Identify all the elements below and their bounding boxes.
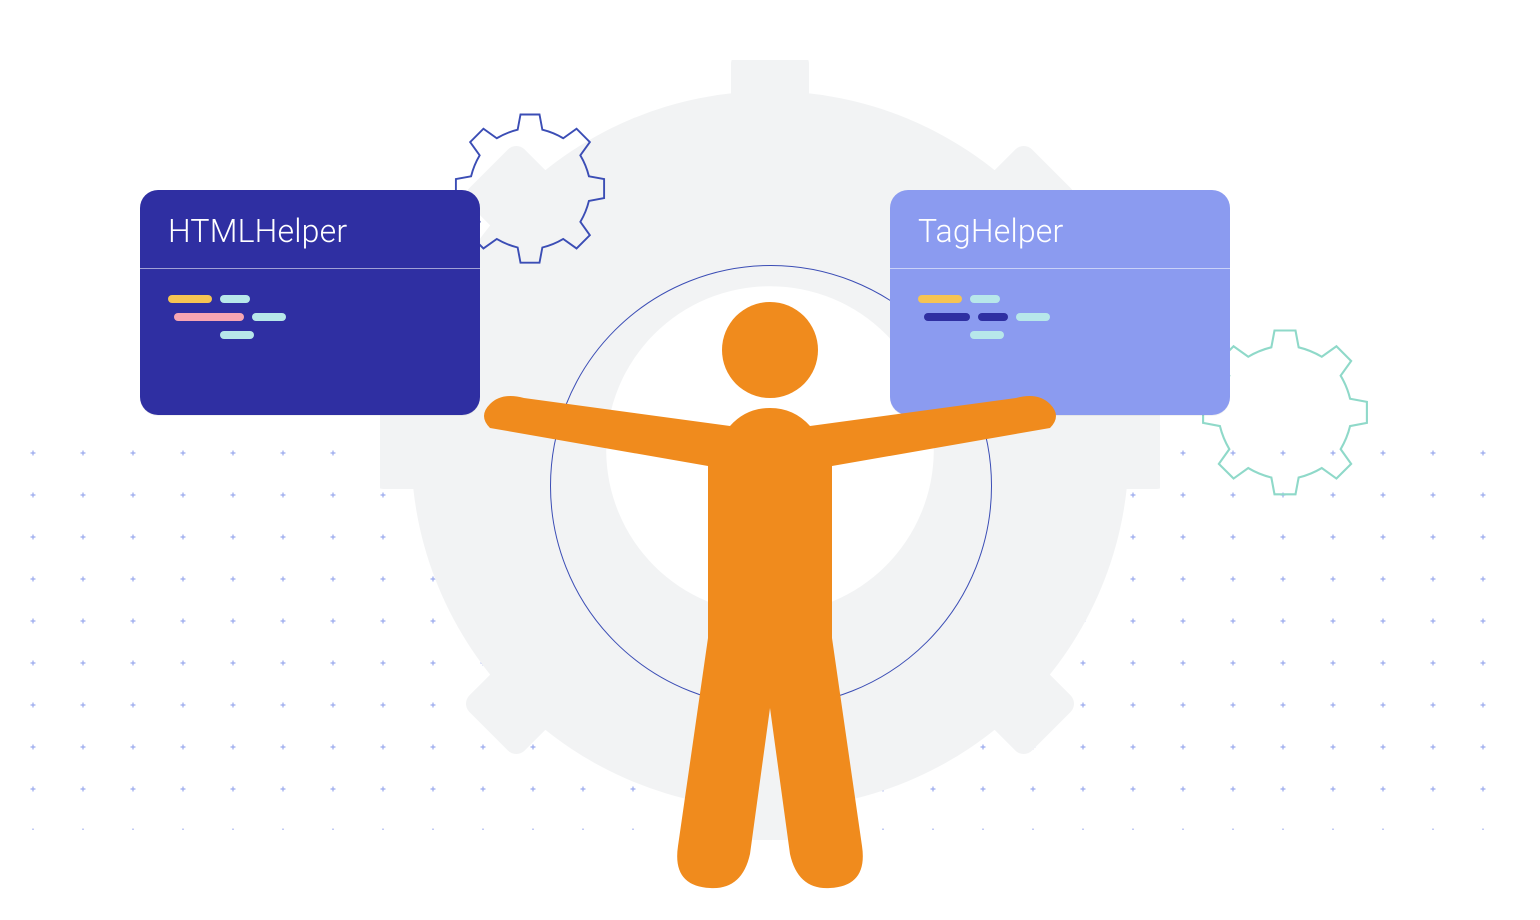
gear-icon — [380, 60, 1160, 840]
htmlhelper-code-snippet — [140, 269, 480, 373]
htmlhelper-card-title: HTMLHelper — [140, 190, 480, 269]
taghelper-code-snippet — [890, 269, 1230, 373]
taghelper-card: TagHelper — [890, 190, 1230, 415]
illustration-stage: HTMLHelper TagHelper — [0, 0, 1540, 920]
htmlhelper-card: HTMLHelper — [140, 190, 480, 415]
taghelper-card-title: TagHelper — [890, 190, 1230, 269]
plus-grid-background — [25, 450, 1515, 830]
